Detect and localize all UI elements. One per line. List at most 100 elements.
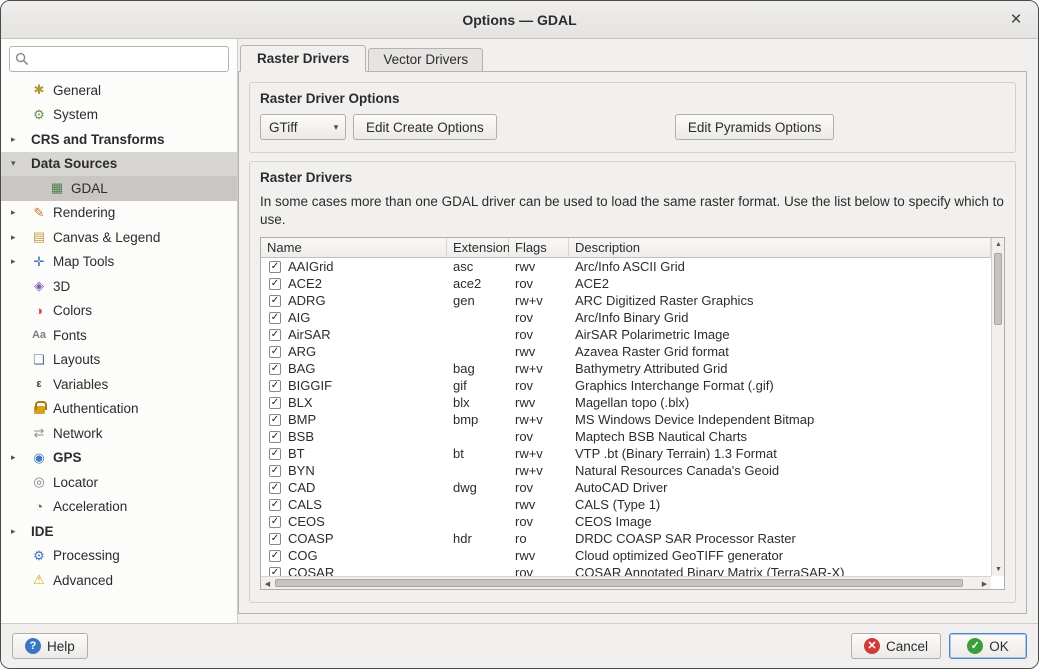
sidebar-item-canvas-legend[interactable]: ▸▤Canvas & Legend [1,225,237,250]
table-row[interactable]: ✓ADRGgenrw+vARC Digitized Raster Graphic… [261,292,991,309]
driver-enabled-checkbox[interactable]: ✓ [269,533,281,545]
chevron-right-icon[interactable]: ▸ [7,452,31,463]
scroll-right-icon[interactable]: ▶ [978,577,991,590]
table-row[interactable]: ✓BMPbmprw+vMS Windows Device Independent… [261,411,991,428]
scroll-up-icon[interactable]: ▲ [992,238,1005,251]
titlebar[interactable]: Options — GDAL × [1,1,1038,39]
sidebar-item-colors[interactable]: ◑Colors [1,299,237,324]
scroll-left-icon[interactable]: ◀ [261,577,274,590]
driver-enabled-checkbox[interactable]: ✓ [269,312,281,324]
driver-enabled-checkbox[interactable]: ✓ [269,499,281,511]
sidebar-item-data-sources[interactable]: ▾Data Sources [1,152,237,177]
table-row[interactable]: ✓COSARrovCOSAR Annotated Binary Matrix (… [261,564,991,576]
chevron-right-icon[interactable]: ▸ [7,134,31,145]
sidebar-item-acceleration[interactable]: ◔Acceleration [1,495,237,520]
cancel-button[interactable]: ✕ Cancel [851,633,941,659]
driver-enabled-checkbox[interactable]: ✓ [269,397,281,409]
chevron-down-icon[interactable]: ▾ [7,158,31,169]
horizontal-scrollbar[interactable]: ◀ ▶ [261,576,991,589]
horizontal-scrollbar-thumb[interactable] [275,579,963,587]
tab-raster-drivers[interactable]: Raster Drivers [240,45,366,72]
sidebar-item-label: IDE [31,524,54,539]
chevron-right-icon[interactable]: ▸ [7,526,31,537]
driver-enabled-checkbox[interactable]: ✓ [269,448,281,460]
driver-enabled-checkbox[interactable]: ✓ [269,261,281,273]
table-row[interactable]: ✓BYNrw+vNatural Resources Canada's Geoid [261,462,991,479]
edit-pyramids-options-button[interactable]: Edit Pyramids Options [675,114,835,140]
sidebar-item-ide[interactable]: ▸IDE [1,519,237,544]
sidebar-item-general[interactable]: ✱General [1,78,237,103]
sidebar-item-gps[interactable]: ▸◉GPS [1,446,237,471]
table-row[interactable]: ✓BAGbagrw+vBathymetry Attributed Grid [261,360,991,377]
table-row[interactable]: ✓COASPhdrroDRDC COASP SAR Processor Rast… [261,530,991,547]
driver-enabled-checkbox[interactable]: ✓ [269,329,281,341]
help-button[interactable]: ? Help [12,633,88,659]
driver-enabled-checkbox[interactable]: ✓ [269,550,281,562]
vertical-scrollbar-thumb[interactable] [994,253,1002,325]
driver-enabled-checkbox[interactable]: ✓ [269,363,281,375]
table-row[interactable]: ✓CALSrwvCALS (Type 1) [261,496,991,513]
ok-icon: ✓ [967,638,983,654]
table-row[interactable]: ✓BIGGIFgifrovGraphics Interchange Format… [261,377,991,394]
table-row[interactable]: ✓ACE2ace2rovACE2 [261,275,991,292]
sidebar-item-authentication[interactable]: Authentication [1,397,237,422]
vertical-scrollbar[interactable]: ▲ ▼ [991,238,1004,576]
table-row[interactable]: ✓BLXblxrwvMagellan topo (.blx) [261,394,991,411]
driver-description: DRDC COASP SAR Processor Raster [569,530,991,547]
driver-combobox[interactable]: GTiff ▾ [260,114,346,140]
chevron-right-icon[interactable]: ▸ [7,256,31,267]
settings-search-input[interactable] [9,46,229,72]
close-button[interactable]: × [1004,8,1028,32]
table-row[interactable]: ✓COGrwvCloud optimized GeoTIFF generator [261,547,991,564]
driver-enabled-checkbox[interactable]: ✓ [269,380,281,392]
sidebar-item-gdal[interactable]: ▦GDAL [1,176,237,201]
search-icon [15,52,29,66]
sidebar-item-locator[interactable]: ◎Locator [1,470,237,495]
column-header-name[interactable]: Name [261,238,447,258]
table-row[interactable]: ✓AAIGridascrwvArc/Info ASCII Grid [261,258,991,275]
ok-button[interactable]: ✓ OK [949,633,1027,659]
driver-enabled-checkbox[interactable]: ✓ [269,278,281,290]
driver-enabled-checkbox[interactable]: ✓ [269,516,281,528]
driver-enabled-checkbox[interactable]: ✓ [269,346,281,358]
column-header-extension[interactable]: Extension [447,238,509,258]
sidebar-item-processing[interactable]: ⚙Processing [1,544,237,569]
driver-description: AutoCAD Driver [569,479,991,496]
sidebar-item-network[interactable]: ⇄Network [1,421,237,446]
column-header-description[interactable]: Description [569,238,991,258]
table-row[interactable]: ✓AIGrovArc/Info Binary Grid [261,309,991,326]
table-row[interactable]: ✓BTbtrw+vVTP .bt (Binary Terrain) 1.3 Fo… [261,445,991,462]
table-row[interactable]: ✓CEOSrovCEOS Image [261,513,991,530]
sidebar-item-variables[interactable]: εVariables [1,372,237,397]
sidebar-item-advanced[interactable]: ⚠Advanced [1,568,237,593]
driver-extension [447,343,509,360]
sidebar-item-fonts[interactable]: AaFonts [1,323,237,348]
driver-extension: asc [447,258,509,275]
table-row[interactable]: ✓ARGrwvAzavea Raster Grid format [261,343,991,360]
tab-vector-drivers[interactable]: Vector Drivers [368,48,483,71]
sidebar-list: ✱General⚙System▸CRS and Transforms▾Data … [1,78,237,623]
driver-enabled-checkbox[interactable]: ✓ [269,431,281,443]
driver-enabled-checkbox[interactable]: ✓ [269,465,281,477]
driver-extension [447,462,509,479]
driver-enabled-checkbox[interactable]: ✓ [269,414,281,426]
sidebar-item-map-tools[interactable]: ▸✛Map Tools [1,250,237,275]
column-header-flags[interactable]: Flags [509,238,569,258]
sidebar-item-system[interactable]: ⚙System [1,103,237,128]
sidebar-item-layouts[interactable]: ❏Layouts [1,348,237,373]
driver-enabled-checkbox[interactable]: ✓ [269,567,281,576]
driver-enabled-checkbox[interactable]: ✓ [269,482,281,494]
sidebar-item-label: Map Tools [53,254,114,269]
table-row[interactable]: ✓CADdwgrovAutoCAD Driver [261,479,991,496]
scroll-down-icon[interactable]: ▼ [992,563,1005,576]
table-row[interactable]: ✓BSBrovMaptech BSB Nautical Charts [261,428,991,445]
sidebar-item-rendering[interactable]: ▸✎Rendering [1,201,237,226]
sidebar-item-crs-and-transforms[interactable]: ▸CRS and Transforms [1,127,237,152]
chevron-right-icon[interactable]: ▸ [7,207,31,218]
edit-create-options-button[interactable]: Edit Create Options [353,114,497,140]
driver-enabled-checkbox[interactable]: ✓ [269,295,281,307]
chevron-right-icon[interactable]: ▸ [7,232,31,243]
cancel-icon: ✕ [864,638,880,654]
sidebar-item-3d[interactable]: ◈3D [1,274,237,299]
table-row[interactable]: ✓AirSARrovAirSAR Polarimetric Image [261,326,991,343]
